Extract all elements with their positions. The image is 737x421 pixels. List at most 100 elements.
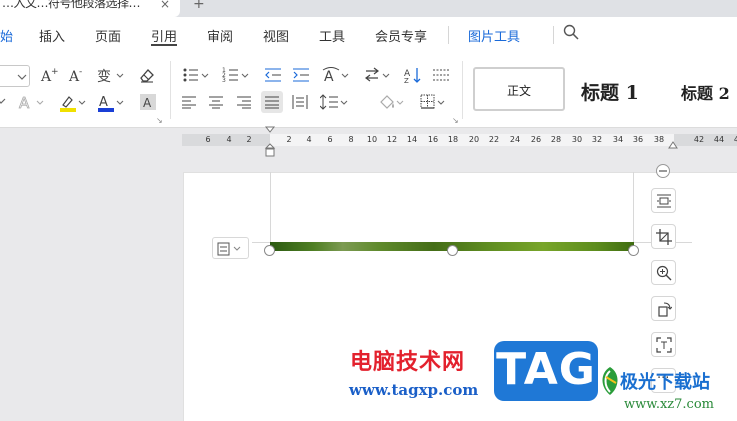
numbered-list-icon[interactable]: 123 bbox=[222, 66, 252, 84]
clear-format-icon[interactable] bbox=[138, 66, 156, 84]
svg-text:A: A bbox=[19, 94, 30, 111]
decrease-font-size-icon[interactable]: A - bbox=[68, 66, 86, 84]
ruler-tick: 16 bbox=[427, 135, 439, 144]
font-size-select[interactable] bbox=[0, 65, 30, 87]
ruler-tick: 30 bbox=[571, 135, 583, 144]
page-margin-guide bbox=[633, 172, 634, 244]
char-shading-icon[interactable]: A bbox=[140, 94, 156, 110]
watermark-aurora-url: www.xz7.com bbox=[624, 397, 714, 412]
text-effect-icon[interactable]: A bbox=[18, 93, 46, 111]
active-tab-underline bbox=[151, 44, 177, 46]
style-normal-label: 正文 bbox=[506, 84, 531, 98]
font-color-icon[interactable]: A bbox=[96, 93, 126, 113]
paragraph-dialog-launcher-icon[interactable]: ↘ bbox=[452, 116, 459, 125]
minus-icon bbox=[659, 170, 667, 172]
ruler-tick: 4 bbox=[226, 135, 232, 144]
add-tab-icon[interactable]: + bbox=[193, 0, 205, 12]
extract-text-button[interactable] bbox=[651, 332, 676, 357]
image-resize-handle[interactable] bbox=[264, 245, 275, 256]
menu-tab-review[interactable]: 审阅 bbox=[207, 26, 233, 45]
svg-text:+: + bbox=[51, 67, 58, 77]
ruler-tick: 18 bbox=[447, 135, 459, 144]
watermark-site-url: www.tagxp.com bbox=[349, 381, 479, 399]
menu-tab-member[interactable]: 会员专享 bbox=[375, 26, 427, 45]
align-left-icon[interactable] bbox=[182, 95, 196, 109]
ruler-tick: 36 bbox=[632, 135, 644, 144]
svg-text:A: A bbox=[99, 95, 108, 110]
align-justify-icon bbox=[265, 96, 279, 109]
align-center-icon[interactable] bbox=[209, 95, 223, 109]
tag-logo: TAG bbox=[494, 341, 598, 401]
menu-tab-page[interactable]: 页面 bbox=[95, 26, 121, 45]
collapse-toolbar-button[interactable] bbox=[656, 164, 670, 178]
bullet-list-icon[interactable] bbox=[182, 66, 212, 84]
highlight-color-icon[interactable] bbox=[58, 93, 88, 113]
style-heading-1[interactable]: 标题 1 bbox=[581, 78, 639, 105]
menu-tab-tools[interactable]: 工具 bbox=[319, 26, 345, 45]
style-normal[interactable]: 正文 bbox=[473, 67, 565, 111]
wrap-layout-icon bbox=[217, 242, 241, 256]
ruler-tick: 6 bbox=[205, 135, 211, 144]
align-right-icon[interactable] bbox=[237, 95, 251, 109]
ruler-tick: 12 bbox=[386, 135, 398, 144]
line-direction-icon[interactable] bbox=[364, 66, 394, 84]
layout-options-button[interactable] bbox=[212, 237, 249, 259]
ruler-tick: 10 bbox=[366, 135, 378, 144]
ruler-tick: 38 bbox=[653, 135, 665, 144]
chevron-down-icon[interactable] bbox=[0, 97, 6, 105]
text-wrap-icon bbox=[657, 194, 671, 208]
phonetic-guide-icon[interactable]: 变 bbox=[96, 66, 126, 84]
tag-logo-text: TAG bbox=[496, 344, 596, 395]
ruler-tick: 28 bbox=[550, 135, 562, 144]
svg-text:Z: Z bbox=[404, 77, 409, 84]
justify-button[interactable] bbox=[261, 91, 283, 113]
zoom-in-button[interactable] bbox=[651, 260, 676, 285]
menu-divider bbox=[553, 26, 554, 44]
menu-tab-picture-tools[interactable]: 图片工具 bbox=[468, 26, 520, 45]
crop-icon bbox=[656, 229, 672, 245]
ruler-tick: 44 bbox=[713, 135, 725, 144]
zoom-in-icon bbox=[656, 265, 672, 281]
menu-tab-view[interactable]: 视图 bbox=[263, 26, 289, 45]
menu-tab-insert[interactable]: 插入 bbox=[39, 26, 65, 45]
borders-icon[interactable] bbox=[420, 94, 450, 110]
search-icon[interactable] bbox=[563, 24, 579, 40]
ruler-tick: 4 bbox=[306, 135, 312, 144]
shading-icon[interactable] bbox=[378, 93, 408, 111]
rotate-button[interactable] bbox=[651, 296, 676, 321]
ribbon-divider bbox=[170, 61, 171, 119]
decrease-indent-icon[interactable] bbox=[264, 66, 282, 84]
svg-text:变: 变 bbox=[97, 69, 111, 84]
ruler-tick: 2 bbox=[246, 135, 252, 144]
sort-icon[interactable]: AZ bbox=[404, 66, 422, 84]
image-resize-handle[interactable] bbox=[628, 245, 639, 256]
ruler-tick: 22 bbox=[488, 135, 500, 144]
page-margin-guide bbox=[270, 172, 271, 244]
text-wrap-button[interactable] bbox=[651, 188, 676, 213]
watermark-aurora-name: 极光下载站 bbox=[620, 372, 710, 393]
ruler-tick: 34 bbox=[612, 135, 624, 144]
crop-button[interactable] bbox=[651, 224, 676, 249]
page-margin-guide bbox=[252, 242, 270, 243]
menu-tab-home[interactable]: 始 bbox=[0, 26, 13, 45]
increase-font-size-icon[interactable]: A + bbox=[40, 66, 58, 84]
svg-text:-: - bbox=[79, 67, 82, 77]
watermark-site-name: 电脑技术网 bbox=[350, 350, 466, 375]
menu-tab-reference[interactable]: 引用 bbox=[151, 26, 177, 45]
line-spacing-icon[interactable] bbox=[320, 94, 352, 110]
close-tab-icon[interactable]: × bbox=[160, 0, 170, 11]
document-tab[interactable]: …入文…符号他段落选择… × bbox=[0, 0, 180, 17]
text-direction-icon[interactable]: A bbox=[322, 66, 352, 84]
distributed-align-icon[interactable] bbox=[292, 95, 308, 109]
font-dialog-launcher-icon[interactable]: ↘ bbox=[156, 116, 163, 125]
right-indent-marker-icon[interactable] bbox=[667, 140, 679, 150]
svg-text:A: A bbox=[324, 69, 334, 84]
increase-indent-icon[interactable] bbox=[292, 66, 310, 84]
document-tab-title: …入文…符号他段落选择… bbox=[2, 0, 141, 10]
image-resize-handle[interactable] bbox=[447, 245, 458, 256]
ribbon-divider bbox=[462, 61, 463, 119]
ruler-tick: 32 bbox=[591, 135, 603, 144]
style-heading-2[interactable]: 标题 2 bbox=[681, 80, 730, 104]
indent-marker-icon[interactable] bbox=[264, 126, 276, 158]
show-marks-icon[interactable] bbox=[432, 66, 450, 84]
